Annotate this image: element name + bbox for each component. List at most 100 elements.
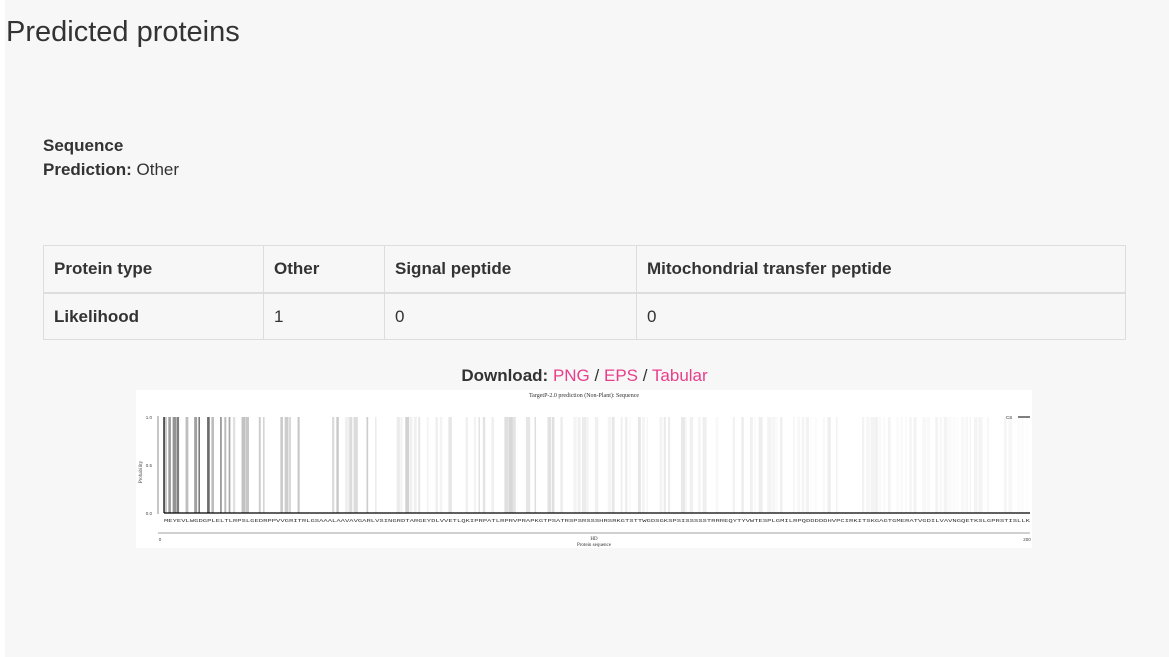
download-label: Download: — [461, 366, 549, 385]
residue-bar — [927, 417, 931, 513]
residue-bar — [336, 417, 339, 513]
residue-bar — [758, 417, 763, 513]
residue-bar — [939, 417, 943, 513]
residue-bar — [577, 417, 581, 513]
table-row: Likelihood 1 0 0 — [43, 292, 1126, 340]
residue-bar — [241, 417, 246, 513]
residue-bar — [435, 417, 438, 513]
residue-bar — [560, 417, 563, 513]
residue-bar — [805, 417, 810, 513]
prediction-plot-svg: TargetP-2.0 prediction (Non-Plant): Sequ… — [139, 392, 1031, 548]
residue-bar — [612, 417, 615, 513]
residue-bar — [952, 417, 956, 513]
residue-bar — [702, 417, 707, 513]
residue-bar — [258, 417, 261, 513]
residue-bar — [586, 417, 589, 513]
residue-bar — [245, 417, 249, 513]
residue-bar — [232, 417, 236, 513]
residue-bar — [741, 417, 744, 513]
residue-bar — [448, 417, 452, 513]
residue-bar — [801, 417, 805, 513]
residue-bar — [353, 417, 358, 513]
residue-bar — [776, 417, 778, 513]
y-tick-label: 0.5 — [146, 463, 153, 468]
residue-bar — [172, 417, 177, 513]
prediction-value: Other — [136, 160, 180, 179]
residue-bar — [887, 417, 891, 513]
residue-bar — [715, 417, 719, 513]
residue-bar — [551, 417, 555, 513]
residue-bar — [1008, 417, 1013, 513]
residue-bar — [508, 417, 513, 513]
residue-bar — [332, 417, 335, 513]
download-eps-link[interactable]: EPS — [604, 366, 638, 385]
residue-bar — [426, 417, 429, 513]
residue-bar — [698, 417, 701, 513]
residue-bar — [366, 417, 369, 513]
residue-bar — [767, 417, 772, 513]
residue-bar — [637, 417, 641, 513]
y-tick-label: 1.0 — [146, 415, 153, 420]
download-tabular-link[interactable]: Tabular — [652, 366, 708, 385]
residue-bar — [793, 417, 795, 513]
residue-bar — [987, 417, 989, 513]
residue-bar — [948, 417, 951, 513]
residue-bar — [815, 417, 818, 513]
residue-bar — [689, 417, 694, 513]
sequence-meta: Sequence Prediction: Other — [43, 134, 179, 182]
prediction-plot: TargetP-2.0 prediction (Non-Plant): Sequ… — [136, 390, 1032, 548]
residue-bar — [1026, 417, 1028, 513]
residue-bar — [663, 417, 666, 513]
sequence-tick-labels: MEYEVLWGDGPLELTLRPSLGEDRPPVVGRITRLGSAAAL… — [164, 518, 1030, 524]
download-png-link[interactable]: PNG — [553, 366, 590, 385]
residue-bar — [176, 417, 180, 513]
residue-bar — [827, 417, 831, 513]
x-axis-label-top: HD — [590, 537, 598, 542]
residue-bar — [297, 417, 300, 513]
residue-bar — [228, 417, 231, 513]
residue-bar — [220, 417, 222, 513]
residue-bar — [547, 417, 552, 513]
residue-bar — [978, 417, 983, 513]
plot-bars — [164, 417, 1028, 513]
residue-bar — [1017, 417, 1020, 513]
residue-bar — [168, 417, 171, 513]
residue-bar — [263, 417, 265, 513]
y-axis-label: Probability — [139, 460, 144, 483]
residue-bar — [198, 417, 200, 513]
residue-bar — [771, 417, 776, 513]
residue-bar — [870, 417, 875, 513]
residue-bar — [905, 417, 907, 513]
row-label-likelihood: Likelihood — [43, 292, 264, 340]
plot-title: TargetP-2.0 prediction (Non-Plant): Sequ… — [529, 392, 639, 399]
residue-bar — [883, 417, 885, 513]
residue-bar — [646, 417, 648, 513]
residue-bar — [185, 417, 189, 513]
residue-bar — [1004, 417, 1007, 513]
residue-bar — [629, 417, 631, 513]
residue-bar — [409, 417, 413, 513]
sequence-label: Sequence — [43, 136, 124, 155]
residue-bar — [478, 417, 480, 513]
download-separator: / — [642, 366, 648, 385]
residue-bar — [534, 417, 537, 513]
residue-bar — [280, 417, 283, 513]
residue-bar — [961, 417, 964, 513]
residue-bar — [681, 417, 686, 513]
residue-bar — [797, 417, 801, 513]
residue-bar — [879, 417, 881, 513]
residue-bar — [525, 417, 531, 513]
residue-bar — [491, 417, 495, 513]
x-tick-label: 0 — [159, 537, 162, 542]
download-bar: Download: PNG / EPS / Tabular — [0, 366, 1169, 386]
residue-bar — [668, 417, 671, 513]
residue-bar — [512, 417, 516, 513]
header-other: Other — [263, 245, 385, 294]
residue-bar — [900, 417, 903, 513]
residue-bar — [1021, 417, 1023, 513]
residue-bar — [224, 417, 227, 513]
residue-bar — [413, 417, 417, 513]
x-tick-label: 200 — [1023, 537, 1031, 542]
header-mito-transfer-peptide: Mitochondrial transfer peptide — [636, 245, 1126, 294]
residue-bar — [439, 417, 443, 513]
